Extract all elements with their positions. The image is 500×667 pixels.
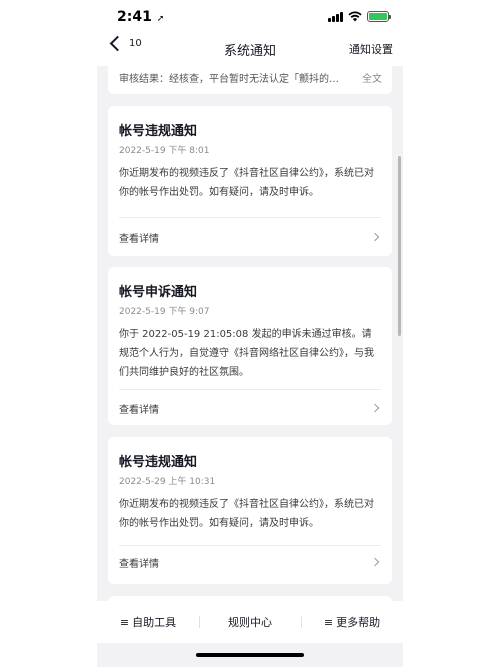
full-text-link[interactable]: 全文 [362, 70, 382, 85]
menu-icon: ≡ [323, 615, 334, 629]
self-service-tools-button[interactable]: ≡ 自助工具 [97, 614, 199, 630]
card-divider [119, 545, 381, 546]
card-body: 你近期发布的视频违反了《抖音社区自律公约》，系统已对你的帐号作出处罚。如有疑问，… [119, 168, 374, 198]
chevron-right-icon[interactable] [370, 403, 380, 413]
card-divider [119, 389, 381, 390]
more-help-button[interactable]: ≡ 更多帮助 [301, 614, 403, 630]
notification-settings-button[interactable]: 通知设置 [349, 41, 393, 57]
card-date: 2022-5-19 下午 8:01 [119, 146, 210, 156]
tab-label: 规则中心 [228, 616, 272, 629]
nav-bar: 10 系统通知 通知设置 [97, 34, 403, 66]
card-title: 帐号申诉通知 [119, 285, 198, 300]
card-title: 帐号违规通知 [119, 455, 198, 470]
view-details-link[interactable]: 查看详情 [119, 401, 159, 416]
scrollbar[interactable] [398, 156, 401, 336]
battery-icon [367, 11, 391, 22]
chevron-right-icon[interactable] [370, 557, 380, 567]
notification-card-partial: 审核结果：经核查，平台暂时无法认定「颤抖的… 全文 [108, 66, 392, 94]
notification-list[interactable]: 审核结果：经核查，平台暂时无法认定「颤抖的… 全文 帐号违规通知 2022-5-… [97, 66, 403, 601]
tab-label: 更多帮助 [336, 616, 381, 629]
view-details-link[interactable]: 查看详情 [119, 230, 159, 245]
view-details-link[interactable]: 查看详情 [119, 555, 159, 570]
status-icons [328, 11, 391, 22]
notification-card: 帐号违规通知 2022-5-29 上午 10:31 你近期发布的视频违反了《抖音… [108, 437, 392, 584]
clock-text: 2:41 [117, 9, 152, 25]
wifi-icon [348, 11, 362, 22]
chevron-right-icon[interactable] [370, 232, 380, 242]
card-divider [119, 217, 381, 218]
card-title: 帐号违规通知 [119, 124, 198, 139]
card-body: 你于 2022-05-19 21:05:08 发起的申诉未通过审核。请规范个人行… [119, 329, 374, 378]
signal-icon [328, 11, 343, 22]
location-arrow-icon: ➚ [156, 14, 165, 24]
status-bar: 2:41 ➚ [97, 0, 403, 34]
battery-fill [369, 13, 387, 20]
card-date: 2022-5-29 上午 10:31 [119, 477, 216, 487]
status-time: 2:41 ➚ [117, 9, 164, 25]
notification-card: 帐号申诉通知 2022-5-19 下午 9:07 你于 2022-05-19 2… [108, 267, 392, 425]
tab-label: 自助工具 [132, 616, 177, 629]
card-date: 2022-5-19 下午 9:07 [119, 307, 210, 317]
rules-center-button[interactable]: 规则中心 [199, 614, 301, 630]
notification-card: 帐号违规通知 2022-5-19 下午 8:01 你近期发布的视频违反了《抖音社… [108, 106, 392, 256]
card-body: 你近期发布的视频违反了《抖音社区自律公约》，系统已对你的帐号作出处罚。如有疑问，… [119, 499, 374, 529]
home-indicator[interactable] [196, 653, 304, 657]
menu-icon: ≡ [119, 615, 130, 629]
review-result-text: 审核结果：经核查，平台暂时无法认定「颤抖的… [119, 74, 339, 85]
phone-screen: 2:41 ➚ 10 系统通知 通知设置 审核结果：经核查，平台暂时无法认定「颤抖… [97, 0, 403, 667]
bottom-toolbar: ≡ 自助工具 规则中心 ≡ 更多帮助 [97, 601, 403, 643]
